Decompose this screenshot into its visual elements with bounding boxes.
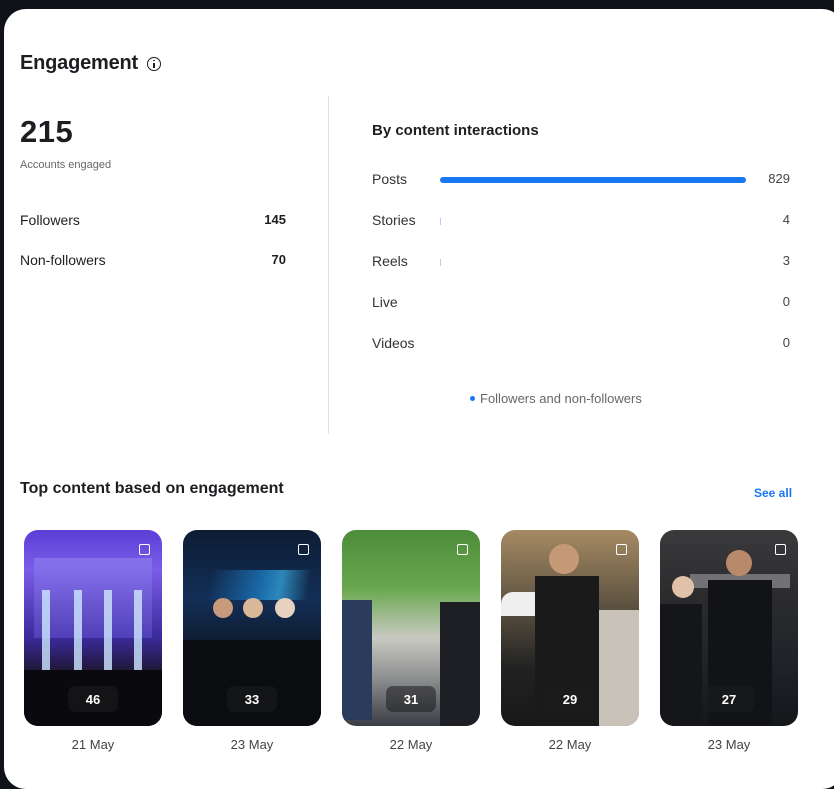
thumbnail-image <box>549 544 579 574</box>
interaction-track <box>440 177 746 183</box>
thumbnail-image <box>183 570 321 600</box>
interaction-track <box>440 259 746 266</box>
carousel-icon <box>139 544 150 555</box>
interaction-row-videos: Videos 0 <box>372 334 790 354</box>
content-date: 23 May <box>707 737 751 752</box>
carousel-icon <box>616 544 627 555</box>
carousel-icon <box>457 544 468 555</box>
thumbnail-image <box>104 590 112 670</box>
thumbnail-image <box>342 600 372 720</box>
engagement-count-badge: 31 <box>386 686 436 712</box>
interaction-label: Stories <box>372 212 416 228</box>
followers-row: Followers 145 <box>20 212 286 228</box>
engagement-count-badge: 33 <box>227 686 277 712</box>
thumbnail-image <box>74 590 82 670</box>
thumbnail-image <box>275 598 295 618</box>
thumbnail-image <box>440 602 480 726</box>
interaction-bar-posts <box>440 177 746 183</box>
section-divider <box>328 96 329 434</box>
thumbnail-image <box>660 604 702 726</box>
engagement-title: Engagement <box>20 52 139 74</box>
content-thumbnail-4[interactable]: 29 <box>501 530 639 726</box>
interaction-value: 829 <box>768 171 790 186</box>
content-thumbnail-2[interactable]: 33 <box>183 530 321 726</box>
thumbnail-image <box>134 590 142 670</box>
interaction-value: 4 <box>782 212 790 227</box>
interaction-label: Posts <box>372 171 408 187</box>
interaction-row-live: Live 0 <box>372 293 790 313</box>
engagement-count-badge: 46 <box>68 686 118 712</box>
interaction-value: 0 <box>782 335 790 350</box>
thumbnail-image <box>42 590 50 670</box>
content-thumbnail-1[interactable]: 46 <box>24 530 162 726</box>
content-interactions-title: By content interactions <box>372 122 539 139</box>
interaction-track <box>440 218 746 225</box>
non-followers-value: 70 <box>271 252 286 267</box>
accounts-engaged-label: Accounts engaged <box>20 159 112 171</box>
non-followers-label: Non-followers <box>20 252 106 268</box>
interaction-label: Live <box>372 294 398 310</box>
interaction-value: 3 <box>782 253 790 268</box>
content-date: 23 May <box>230 737 274 752</box>
thumbnail-image <box>243 598 263 618</box>
legend-label: Followers and non-followers <box>480 391 642 406</box>
non-followers-row: Non-followers 70 <box>20 252 286 268</box>
carousel-icon <box>298 544 309 555</box>
followers-value: 145 <box>264 212 286 227</box>
content-date: 21 May <box>71 737 115 752</box>
interaction-label: Reels <box>372 253 408 269</box>
interaction-label: Videos <box>372 335 415 351</box>
content-thumbnail-5[interactable]: 27 <box>660 530 798 726</box>
see-all-link[interactable]: See all <box>754 486 792 500</box>
engagement-count-badge: 27 <box>704 686 754 712</box>
thumbnail-image <box>213 598 233 618</box>
info-icon[interactable] <box>147 56 162 71</box>
content-date: 22 May <box>548 737 592 752</box>
accounts-engaged-value: 215 <box>20 114 74 149</box>
legend-dot-icon <box>470 396 475 401</box>
followers-label: Followers <box>20 212 80 228</box>
interaction-bar-reels <box>440 259 441 266</box>
thumbnail-image <box>599 610 639 726</box>
engagement-count-badge: 29 <box>545 686 595 712</box>
content-date: 22 May <box>389 737 433 752</box>
interactions-legend: Followers and non-followers <box>470 391 642 406</box>
carousel-icon <box>775 544 786 555</box>
thumbnail-image <box>672 576 694 598</box>
interaction-row-reels: Reels 3 <box>372 252 790 272</box>
thumbnail-image <box>726 550 752 576</box>
interaction-bar-stories <box>440 218 441 225</box>
interaction-row-stories: Stories 4 <box>372 211 790 231</box>
interaction-row-posts: Posts 829 <box>372 170 790 190</box>
interaction-value: 0 <box>782 294 790 309</box>
thumbnail-image <box>183 640 321 726</box>
content-thumbnail-3[interactable]: 31 <box>342 530 480 726</box>
engagement-header: Engagement <box>20 52 162 75</box>
top-content-title: Top content based on engagement <box>20 480 284 497</box>
